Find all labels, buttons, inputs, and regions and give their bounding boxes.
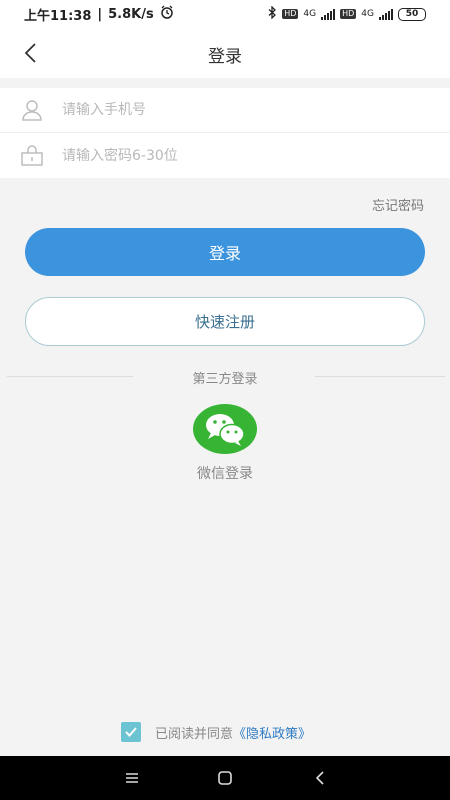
status-left: 上午11:38 | 5.8K/s [24,5,174,24]
page-title: 登录 [208,47,242,67]
status-bar: 上午11:38 | 5.8K/s HD 4G HD 4G 50 [0,0,450,28]
system-nav-bar [0,756,450,800]
privacy-policy-link[interactable]: 《隐私政策》 [233,723,311,742]
wechat-login-label: 微信登录 [197,466,253,482]
hd-icon: HD [282,9,299,19]
battery-icon: 50 [398,7,426,21]
password-input[interactable] [62,140,432,171]
alarm-icon [160,5,174,23]
nav-back-button[interactable] [309,767,331,789]
network-speed: 5.8K/s [108,6,154,22]
header: 登录 [0,28,450,78]
user-icon [22,100,42,121]
menu-icon [126,773,138,783]
wechat-login-button[interactable] [193,404,257,454]
agreement-text: 已阅读并同意 [155,726,234,742]
wechat-icon [206,414,245,446]
back-icon [315,771,324,785]
password-field [0,133,450,178]
home-button[interactable] [214,767,236,789]
login-button[interactable]: 登录 [25,228,425,276]
menu-button[interactable] [121,767,143,789]
agreement-row: 已阅读并同意 《隐私政策》 [121,722,311,742]
agreement-checkbox[interactable] [121,722,141,742]
third-party-label: 第三方登录 [192,372,258,387]
login-form [0,88,450,178]
phone-input[interactable] [62,95,432,125]
forgot-password-link[interactable]: 忘记密码 [372,195,424,214]
checkmark-icon [125,727,137,737]
signal-icon [379,8,393,20]
status-time: 上午11:38 [24,8,92,24]
signal-icon [321,8,336,20]
network-type-right: 4G [361,9,374,19]
hd-icon: HD [340,9,357,19]
home-icon [218,771,232,785]
bluetooth-icon [268,5,277,22]
phone-field [0,88,450,133]
register-button[interactable]: 快速注册 [25,297,425,346]
network-type-left: 4G [303,9,317,19]
status-right: HD 4G HD 4G 50 [268,5,426,22]
divider-right [315,376,445,377]
lock-icon [21,144,43,166]
